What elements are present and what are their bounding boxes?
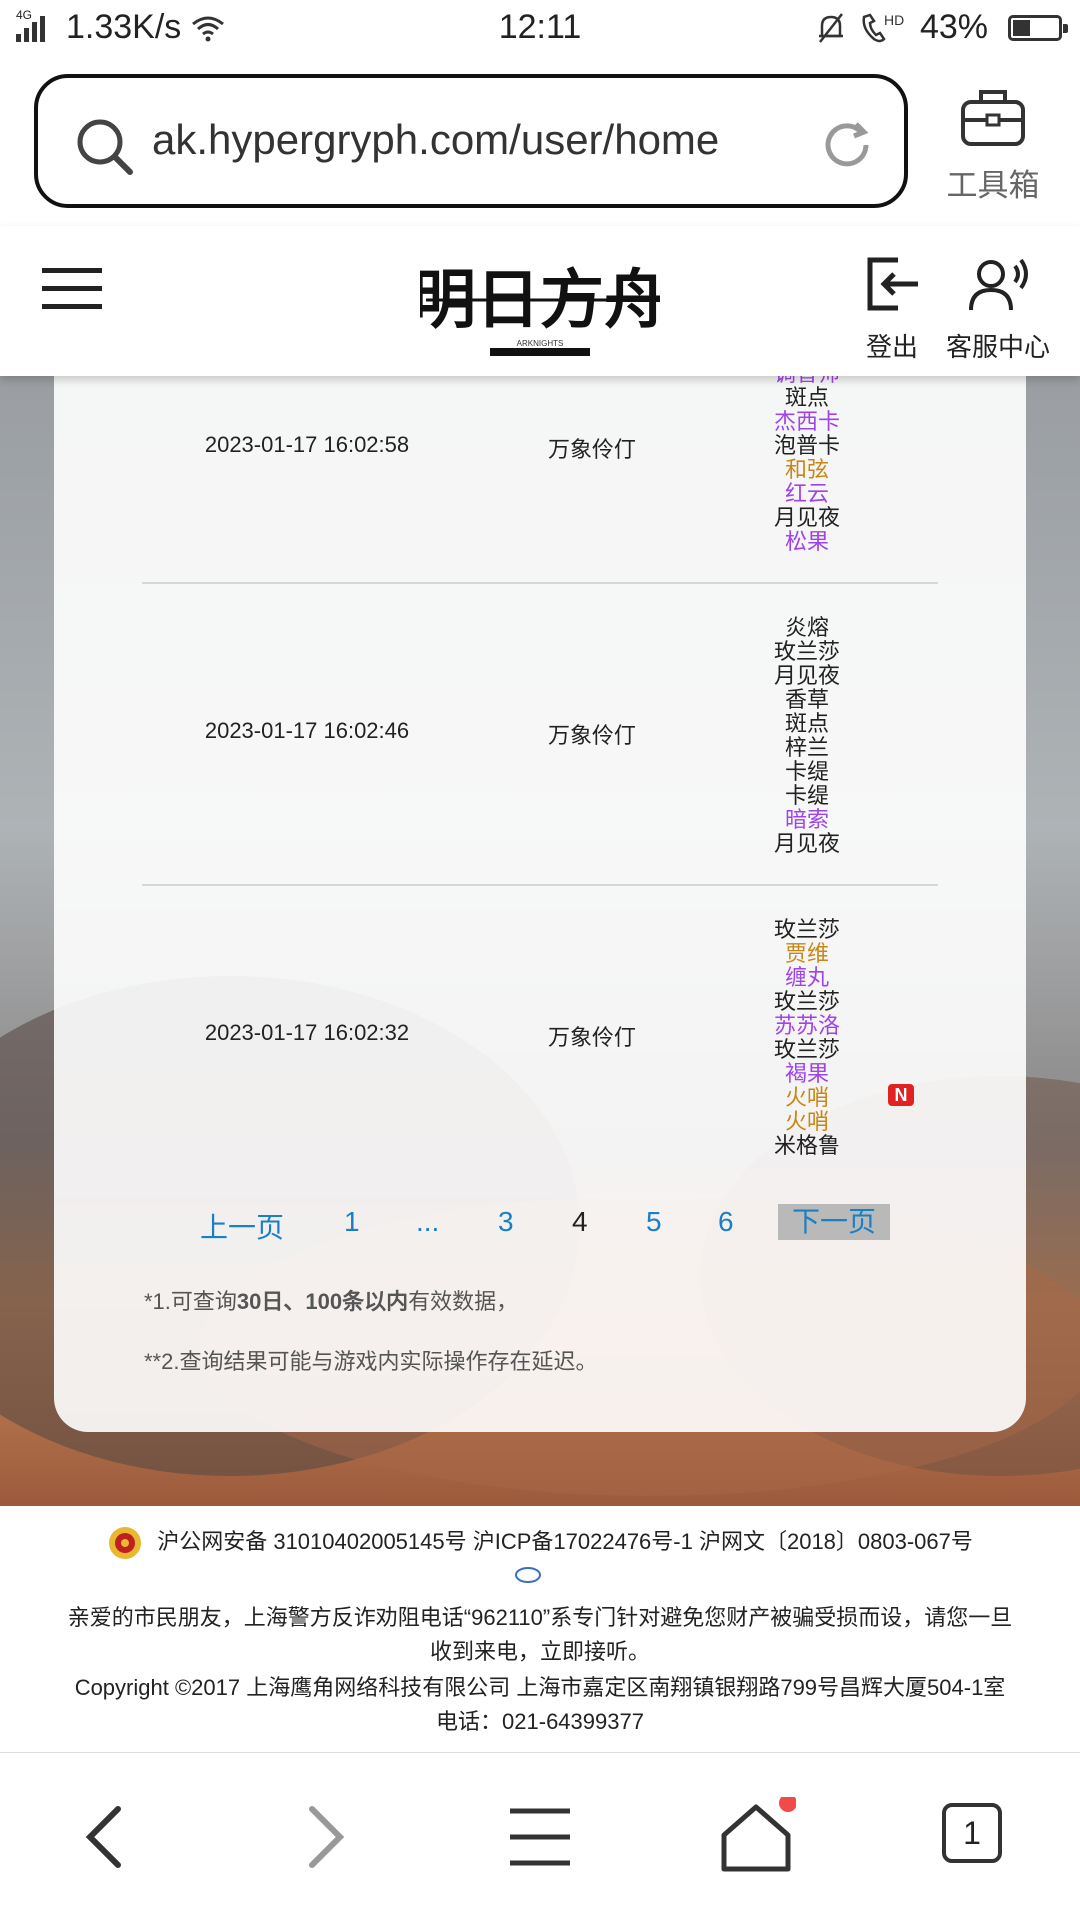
page-ellipsis: ... xyxy=(416,1206,440,1237)
hd-call-icon: HD xyxy=(862,12,904,42)
headset-icon xyxy=(969,258,1028,311)
record-operators: 玫兰莎 贾维 缠丸 玫兰莎 苏苏洛 玫兰莎 褐果 火哨 火哨 米格鲁 xyxy=(742,918,872,1158)
site-footer: 沪公网安备 31010402005145号 沪ICP备17022476号-1 沪… xyxy=(0,1506,1080,1756)
phone-line: 电话：021-64399377 xyxy=(436,1709,644,1734)
row-divider xyxy=(142,884,938,886)
operator-name: 泡普卡 xyxy=(773,433,840,458)
record-datetime: 2023-01-17 16:02:32 xyxy=(204,1020,410,1045)
note-2: **2.查询结果可能与游戏内实际操作存在延迟。 xyxy=(144,1349,598,1374)
battery-icon xyxy=(1008,14,1068,41)
record-pool: 万象伶仃 xyxy=(547,1025,636,1050)
license-text[interactable]: 沪公网安备 31010402005145号 沪ICP备17022476号-1 沪… xyxy=(157,1529,973,1554)
logout-label: 登出 xyxy=(865,332,918,362)
next-page-button[interactable]: 下一页 xyxy=(778,1204,891,1240)
table-row: 2023-01-17 16:02:58 万象伶仃 调香师 斑点 杰西卡 泡普卡 … xyxy=(142,376,938,576)
search-icon xyxy=(77,119,133,175)
mute-bell-icon xyxy=(818,12,843,43)
operator-name: 月见夜 xyxy=(773,505,840,530)
toolbox-icon xyxy=(961,90,1025,146)
operator-name: 松果 xyxy=(784,529,829,554)
site-header: 明日方舟 ARKNIGHTS 登出 客服中心 xyxy=(0,226,1080,376)
new-badge: N xyxy=(888,1084,914,1106)
license-line: 沪公网安备 31010402005145号 沪ICP备17022476号-1 沪… xyxy=(0,1524,1080,1561)
record-pool: 万象伶仃 xyxy=(547,723,636,748)
operator-name: 玫兰莎 xyxy=(773,917,840,942)
operator-name: 苏苏洛 xyxy=(773,1013,840,1038)
svg-text:HD: HD xyxy=(884,12,904,28)
anti-fraud-line-1: 亲爱的市民朋友，上海警方反诈劝阻电话“962110”系专门针对避免您财产被骗受损… xyxy=(67,1605,1013,1630)
record-datetime: 2023-01-17 16:02:46 xyxy=(204,718,410,743)
logo-text: 明日方舟 xyxy=(420,263,660,338)
operator-name: 贾维 xyxy=(784,941,829,966)
operator-name: 月见夜 xyxy=(773,663,840,688)
logo-sub: ARKNIGHTS xyxy=(517,339,564,348)
record-operators: 炎熔 玫兰莎 月见夜 香草 斑点 梓兰 卡缇 卡缇 暗索 月见夜 xyxy=(742,616,872,856)
operator-name: 火哨 xyxy=(784,1109,829,1134)
logout-icon xyxy=(867,257,918,311)
operator-name: 和弦 xyxy=(784,457,829,482)
operator-name: 玫兰莎 xyxy=(773,989,840,1014)
operator-name: 火哨 xyxy=(784,1085,829,1110)
record-pool: 万象伶仃 xyxy=(547,437,636,462)
page-link-1[interactable]: 1 xyxy=(344,1206,360,1238)
refresh-icon[interactable] xyxy=(820,118,874,172)
url-text[interactable]: ak.hypergryph.com/user/home xyxy=(152,116,719,164)
back-icon[interactable] xyxy=(66,1797,146,1877)
toolbox-button[interactable]: 工具箱 xyxy=(938,86,1048,205)
operator-name: 月见夜 xyxy=(773,831,840,856)
operator-name: 红云 xyxy=(784,481,829,506)
page-link-3[interactable]: 3 xyxy=(498,1206,514,1238)
operator-name: 缠丸 xyxy=(784,965,829,990)
table-row: 2023-01-17 16:02:46 万象伶仃 炎熔 玫兰莎 月见夜 香草 斑… xyxy=(142,616,938,856)
forward-icon[interactable] xyxy=(284,1797,364,1877)
home-icon[interactable] xyxy=(716,1797,796,1877)
operator-name: 杰西卡 xyxy=(773,409,840,434)
browser-bottom-nav: 1 xyxy=(0,1752,1080,1920)
record-operators: 调香师 斑点 杰西卡 泡普卡 和弦 红云 月见夜 松果 xyxy=(742,376,872,554)
small-logo-icon xyxy=(515,1567,541,1583)
pagination: 上一页 1 ... 3 4 5 6 下一页 xyxy=(54,1204,1026,1246)
gacha-record-card: 2023-01-17 16:02:58 万象伶仃 调香师 斑点 杰西卡 泡普卡 … xyxy=(54,376,1026,1432)
record-datetime: 2023-01-17 16:02:58 xyxy=(204,432,410,457)
toolbox-label: 工具箱 xyxy=(946,168,1040,203)
menu-icon[interactable] xyxy=(42,266,104,312)
operator-name: 香草 xyxy=(784,687,829,712)
operator-name: 卡缇 xyxy=(784,759,829,784)
prev-page-link[interactable]: 上一页 xyxy=(200,1206,284,1246)
arknights-logo[interactable]: 明日方舟 ARKNIGHTS xyxy=(412,248,668,364)
operator-name: 斑点 xyxy=(784,385,829,410)
row-divider xyxy=(142,582,938,584)
operator-name: 玫兰莎 xyxy=(773,1037,840,1062)
table-row: 2023-01-17 16:02:32 万象伶仃 玫兰莎 贾维 缠丸 玫兰莎 苏… xyxy=(142,918,938,1158)
operator-name: 玫兰莎 xyxy=(773,639,840,664)
status-bar: 4G 1.33K/s 12:11 HD 43% xyxy=(0,0,1080,58)
customer-service-label: 客服中心 xyxy=(946,332,1051,362)
operator-name: 斑点 xyxy=(784,711,829,736)
operator-name: 卡缇 xyxy=(784,783,829,808)
menu-lines-icon[interactable] xyxy=(500,1797,580,1877)
operator-name: 褐果 xyxy=(784,1061,829,1086)
operator-name: 米格鲁 xyxy=(773,1133,840,1158)
logout-button[interactable]: 登出 xyxy=(862,256,922,364)
customer-service-button[interactable]: 客服中心 xyxy=(946,256,1050,364)
page-link-5[interactable]: 5 xyxy=(646,1206,662,1238)
battery-percent: 43% xyxy=(919,8,988,46)
address-bar[interactable]: ak.hypergryph.com/user/home xyxy=(34,74,908,208)
tabs-button[interactable]: 1 xyxy=(934,1797,1014,1877)
note-1: *1.可查询30日、100条以内有效数据， xyxy=(144,1289,519,1314)
page-current: 4 xyxy=(572,1206,588,1237)
copyright-line: Copyright ©2017 上海鹰角网络科技有限公司 上海市嘉定区南翔镇银翔… xyxy=(74,1675,1006,1700)
anti-fraud-line-2: 收到来电，立即接听。 xyxy=(429,1639,650,1664)
page-link-6[interactable]: 6 xyxy=(718,1206,734,1238)
operator-name: 炎熔 xyxy=(784,615,829,640)
operator-name: 暗索 xyxy=(784,807,829,832)
operator-name: 梓兰 xyxy=(784,735,829,760)
tabs-count: 1 xyxy=(942,1803,1002,1863)
police-badge-icon xyxy=(109,1527,142,1560)
